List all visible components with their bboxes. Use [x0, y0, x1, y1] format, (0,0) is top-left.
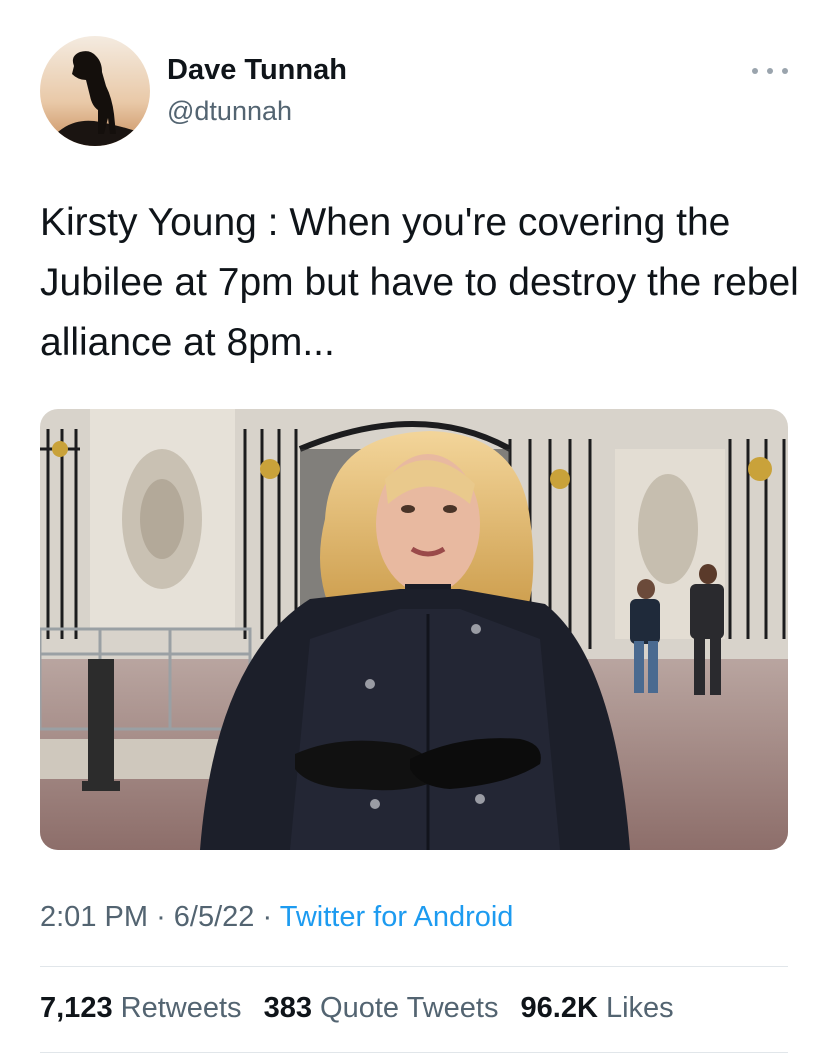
tweet-meta: 2:01 PM · 6/5/22 · Twitter for Android [40, 901, 513, 934]
photo-image [40, 409, 788, 850]
quotes-label: Quote Tweets [320, 992, 499, 1024]
author-handle: @dtunnah [167, 96, 293, 126]
author-name[interactable]: Dave Tunnah [167, 54, 347, 87]
separator: · [262, 901, 273, 933]
dot [767, 68, 773, 74]
divider [40, 1052, 788, 1053]
retweets-count: 7,123 [40, 992, 113, 1024]
likes-label: Likes [605, 992, 674, 1024]
likes-count: 96.2K [520, 992, 598, 1024]
dog-silhouette-avatar-image [40, 36, 150, 146]
more-options-icon[interactable] [752, 60, 788, 82]
tweet-photo[interactable] [40, 409, 788, 850]
quotes-count: 383 [263, 992, 312, 1024]
retweets-stat[interactable]: 7,123 Retweets [40, 992, 242, 1024]
divider [40, 966, 788, 967]
tweet-date: 6/5/22 [173, 901, 255, 933]
retweets-label: Retweets [120, 992, 242, 1024]
quote-tweets-stat[interactable]: 383 Quote Tweets [264, 992, 499, 1024]
tweet-time: 2:01 PM [40, 901, 148, 933]
dot [782, 68, 788, 74]
separator: · [156, 901, 166, 933]
tweet-source-link[interactable]: Twitter for Android [280, 901, 514, 933]
avatar[interactable] [40, 36, 150, 146]
dot [752, 68, 758, 74]
tweet-stats: 7,123 Retweets 383 Quote Tweets 96.2K Li… [40, 992, 688, 1025]
tweet-text: Kirsty Young : When you're covering the … [40, 201, 799, 364]
likes-stat[interactable]: 96.2K Likes [521, 992, 674, 1024]
